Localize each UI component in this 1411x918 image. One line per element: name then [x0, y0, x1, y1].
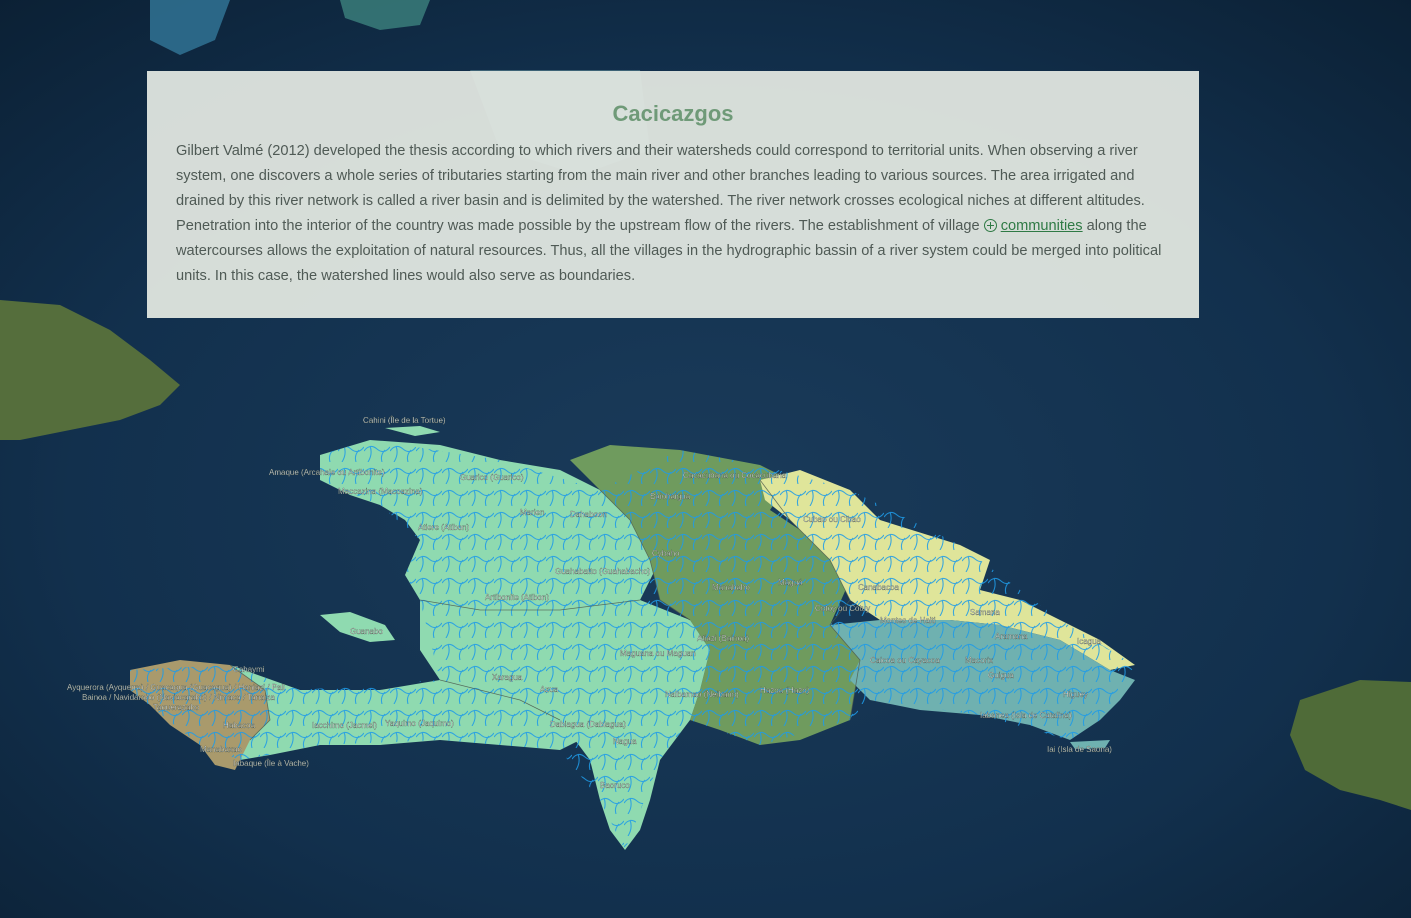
plus-circle-icon[interactable] [983, 219, 997, 232]
label-artibonite: Artibonite (Atibon) [485, 593, 549, 602]
label-baoruco: Baoruco [600, 781, 630, 790]
label-xaragua-isl: Guanabo [350, 627, 383, 636]
label-cybaho: Cybaho [652, 549, 680, 558]
label-neyba: Nalbamao (Neibano) [665, 690, 739, 699]
label-bainoa: Bainoa / Navidarabo (Naviacarabo) / Nima… [82, 693, 275, 702]
label-atiere: Atiere (Atibon) [418, 523, 469, 532]
label-taquerazabo: Taquerazabo [153, 703, 200, 712]
label-cahini: Cahini (Île de la Tortue) [363, 416, 446, 425]
label-maguana: Maguana ou Maguan [620, 649, 696, 658]
label-caicoa: Caicoa ou Cayacoa [870, 656, 940, 665]
label-habacoa: Habacoa [223, 721, 256, 730]
label-iabanea: Iabanea (Isla de Catalina) [980, 711, 1072, 720]
label-xaragua: Xaragua [492, 673, 523, 682]
label-cahaymi: Cahaymi [233, 665, 265, 674]
label-nagua: Nagua [613, 737, 637, 746]
info-panel: Cacicazgos Gilbert Valmé (2012) develope… [147, 71, 1199, 318]
label-iacchimo: Iacchimo (Jacmel) [312, 721, 377, 730]
label-montes: Montes de Haiti [880, 616, 936, 625]
label-saona: Iai (Isla de Saona) [1047, 745, 1112, 754]
label-azua: Azua [540, 685, 559, 694]
panel-text: Gilbert Valmé (2012) developed the thesi… [176, 139, 1170, 289]
panel-title: Cacicazgos [612, 101, 734, 126]
label-higuey: Higuey [1063, 690, 1088, 699]
label-baiohaigua: Baiohaigua [650, 492, 691, 501]
label-manabaxao: Manabaxao [200, 745, 242, 754]
label-cacacubana: Cacacubana ou Cocacubana [683, 471, 787, 480]
label-dahaboon: Dahaboon [570, 510, 607, 519]
label-yaquimo: Yaquimo (Jaquimo) [385, 719, 454, 728]
label-cubao: Cubao ou Cibao [803, 515, 861, 524]
communities-link[interactable]: communities [1001, 218, 1083, 234]
label-cotoy: Cotoy ou Cotuy [815, 604, 870, 613]
label-guahabatto: Guahabatto (Guahabacho) [555, 567, 651, 576]
label-guigua: Guigua [988, 671, 1014, 680]
panel-text-before: Gilbert Valmé (2012) developed the thesi… [176, 143, 1145, 234]
label-macorix: Macorix [965, 656, 993, 665]
label-iabaque: Iabaque (Île à Vache) [233, 759, 309, 768]
label-guarico: Guarico (Guarico) [460, 473, 524, 482]
label-aramana: Aramana [995, 632, 1028, 641]
label-hazoa: Hazoa (Hazo) [760, 686, 810, 695]
label-magua: Maguá [778, 578, 803, 587]
label-dabiagua: Dabiagua (Dabiagua) [550, 720, 626, 729]
label-icagua: Icagua [1077, 637, 1102, 646]
label-ayquerora: Ayquerora (Ayquerra) / Guacaqua (Guacagu… [67, 683, 285, 692]
label-canabacoa: Canabacoa [858, 583, 899, 592]
label-marien: Marien [520, 508, 544, 517]
label-amaque: Amaque (Arcahaie ou Artibonite) [269, 468, 385, 477]
label-azuei: Atiazi (Bainoa) [697, 634, 749, 643]
label-maccazina: Maccazina (Macoazina) [338, 487, 423, 496]
label-manabaho: Manabaho [712, 583, 750, 592]
label-samana: Samana [970, 608, 1000, 617]
